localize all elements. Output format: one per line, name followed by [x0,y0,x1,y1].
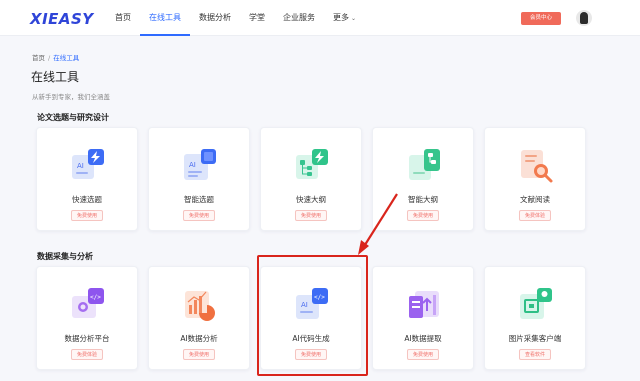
breadcrumb: 首页 / 在线工具 [32,52,79,62]
tool-card-action-button[interactable]: 免费体验 [518,210,552,221]
tool-card-ai-data-analysis[interactable]: AI数据分析 免费使用 [148,266,250,370]
bar-chart-icon [185,291,215,321]
ai-code-icon: AI </> [296,288,328,319]
tool-card-action-button[interactable]: 查看软件 [518,349,552,360]
nav-data-analysis[interactable]: 数据分析 [190,0,240,36]
tool-card-quick-topic[interactable]: AI 快速选题 免费使用 [36,127,138,231]
image-capture-icon [520,288,552,319]
nav-more[interactable]: 更多 ⌄ [324,0,365,36]
tool-card-name: 智能大纲 [408,195,438,204]
nav-enterprise[interactable]: 企业服务 [274,0,324,36]
section-title-data-collection: 数据采集与分析 [37,252,93,261]
ai-document-icon: AI [184,149,216,180]
tool-card-action-button[interactable]: 免费使用 [70,210,104,221]
logo[interactable]: XIEASY [30,10,94,28]
tool-card-action-button[interactable]: 免费体验 [70,349,104,360]
breadcrumb-current: 在线工具 [53,54,80,62]
tool-card-action-button[interactable]: 免费使用 [294,210,328,221]
tool-card-smart-topic[interactable]: AI 智能选题 免费使用 [148,127,250,231]
tool-card-name: AI代码生成 [292,334,330,343]
breadcrumb-separator: / [48,54,51,62]
tool-card-data-platform[interactable]: </> 数据分析平台 免费体验 [36,266,138,370]
svg-text:AI: AI [77,162,84,170]
top-navbar: XIEASY 首页 在线工具 数据分析 学堂 企业服务 更多 ⌄ 会员中心 [0,0,640,36]
tool-card-ai-code-generation[interactable]: AI </> AI代码生成 免费使用 [260,266,362,370]
tool-card-action-button[interactable]: 免费使用 [406,210,440,221]
nav-online-tools[interactable]: 在线工具 [140,0,190,36]
vip-center-button[interactable]: 会员中心 [521,12,561,25]
tool-card-smart-outline[interactable]: 智能大纲 免费使用 [372,127,474,231]
svg-text:</>: </> [90,294,101,301]
ai-lightning-icon: AI [72,149,104,179]
page-title: 在线工具 [31,70,80,84]
svg-text:AI: AI [189,161,196,169]
tool-card-action-button[interactable]: 免费使用 [182,349,216,360]
tool-card-name: AI数据分析 [180,334,218,343]
svg-text:AI: AI [301,301,308,309]
outline-lightning-icon [296,149,328,179]
tool-card-action-button[interactable]: 免费使用 [406,349,440,360]
tool-card-name: 图片采集客户端 [508,334,562,343]
tool-card-literature-reading[interactable]: 文献阅读 免费体验 [484,127,586,231]
tool-card-quick-outline[interactable]: 快速大纲 免费使用 [260,127,362,231]
page-subtitle: 从新手到专家，我们全涵盖 [32,93,110,101]
breadcrumb-home[interactable]: 首页 [32,54,45,62]
nav-home[interactable]: 首页 [106,0,140,36]
tool-card-action-button[interactable]: 免费使用 [294,349,328,360]
tool-card-name: AI数据提取 [404,334,442,343]
nav-more-label: 更多 [333,13,349,22]
tool-card-action-button[interactable]: 免费使用 [182,210,216,221]
avatar[interactable] [576,10,592,26]
tool-card-name: 快速选题 [72,195,102,204]
data-extract-icon [409,291,439,318]
tool-card-ai-data-extract[interactable]: AI数据提取 免费使用 [372,266,474,370]
svg-text:</>: </> [314,294,325,301]
nav-academy[interactable]: 学堂 [240,0,274,36]
tool-card-name: 数据分析平台 [64,334,110,343]
section-title-research-design: 论文选题与研究设计 [37,113,109,122]
chevron-down-icon: ⌄ [351,15,357,22]
tool-card-name: 智能选题 [184,195,214,204]
outline-tree-icon [409,149,440,180]
tool-card-image-capture-client[interactable]: 图片采集客户端 查看软件 [484,266,586,370]
document-search-icon [521,150,553,183]
tool-card-name: 文献阅读 [520,195,550,204]
main-nav: 首页 在线工具 数据分析 学堂 企业服务 更多 ⌄ [106,0,365,36]
code-search-icon: </> [72,288,104,318]
tool-card-name: 快速大纲 [296,195,326,204]
